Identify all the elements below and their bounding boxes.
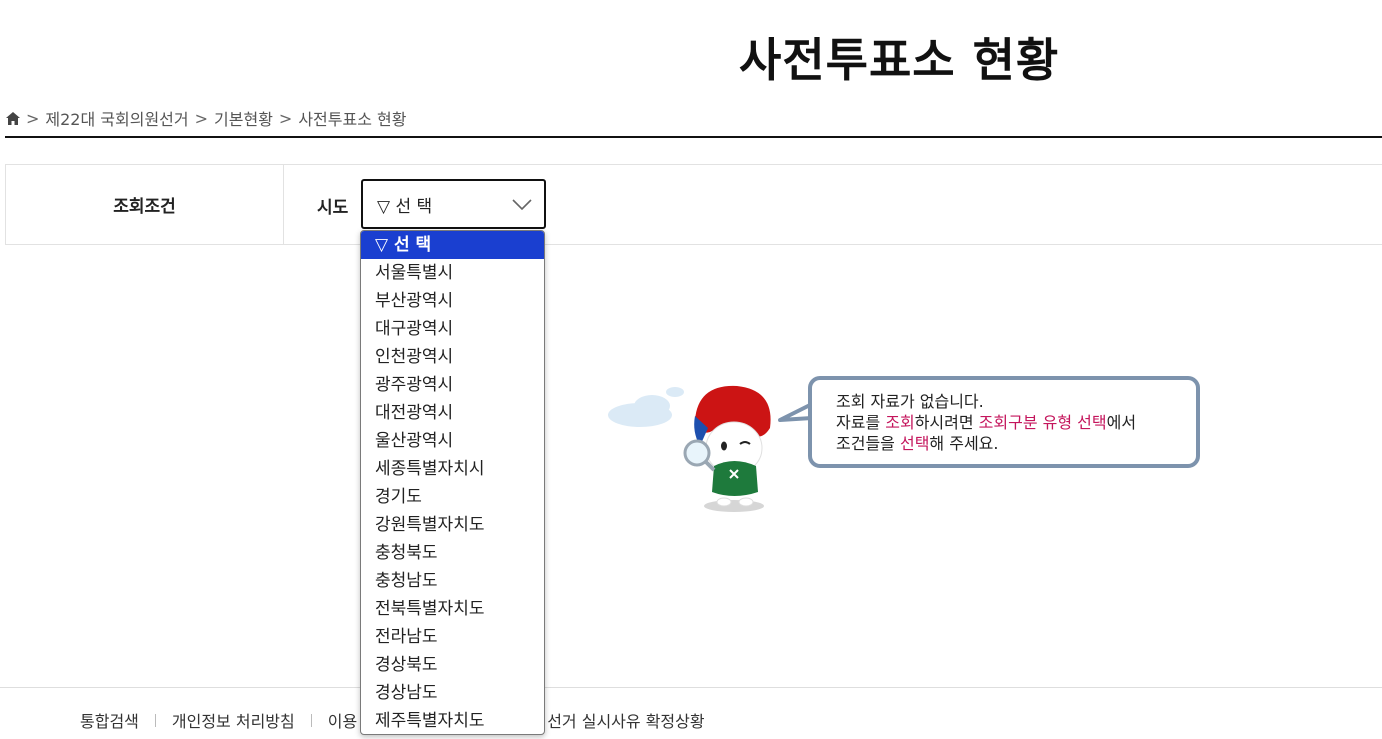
footer-link-integrated-search[interactable]: 통합검색 (80, 708, 139, 732)
sido-option[interactable]: 강원특별자치도 (361, 511, 544, 539)
empty-message-line3: 조건들을 선택해 주세요. (836, 433, 1196, 454)
sido-option[interactable]: 대구광역시 (361, 315, 544, 343)
empty-message-line1: 조회 자료가 없습니다. (836, 392, 984, 411)
sido-option[interactable]: 충청남도 (361, 567, 544, 595)
sido-option-select[interactable]: ▽ 선 택 (361, 231, 544, 259)
search-condition-panel: 조회조건 시도 ▽ 선 택 (5, 164, 1382, 245)
search-condition-label: 조회조건 (6, 165, 284, 244)
breadcrumb-separator: > (26, 108, 40, 128)
empty-message-bubble: 조회 자료가 없습니다. 자료를 조회하시려면 조회구분 유형 선택에서 조건들… (808, 376, 1200, 468)
msg-text: 하시려면 (914, 413, 979, 432)
sido-option[interactable]: 세종특별자치시 (361, 455, 544, 483)
footer-divider-bar (154, 713, 156, 727)
sido-dropdown-list[interactable]: ▽ 선 택 서울특별시 부산광역시 대구광역시 인천광역시 광주광역시 대전광역… (360, 230, 545, 735)
breadcrumb-item-election[interactable]: 제22대 국회의원선거 (45, 106, 188, 130)
sido-option[interactable]: 전라남도 (361, 623, 544, 651)
sido-option[interactable]: 제주특별자치도 (361, 707, 544, 734)
footer-divider-bar (310, 713, 312, 727)
chevron-down-icon (512, 197, 532, 211)
sido-option[interactable]: 전북특별자치도 (361, 595, 544, 623)
sido-option[interactable]: 울산광역시 (361, 427, 544, 455)
sido-option[interactable]: 인천광역시 (361, 343, 544, 371)
breadcrumb-separator: > (278, 108, 293, 128)
sido-option[interactable]: 광주광역시 (361, 371, 544, 399)
breadcrumb: > 제22대 국회의원선거 > 기본현황 > 사전투표소 현황 (6, 106, 406, 130)
msg-highlight: 조회구분 유형 선택 (978, 413, 1107, 432)
empty-state: 조회 자료가 없습니다. 자료를 조회하시려면 조회구분 유형 선택에서 조건들… (600, 370, 1210, 520)
sido-option[interactable]: 경상남도 (361, 679, 544, 707)
header-divider (5, 136, 1382, 138)
breadcrumb-separator: > (194, 108, 209, 128)
mascot-illustration (600, 370, 780, 520)
msg-text: 에서 (1106, 413, 1137, 432)
sido-option[interactable]: 부산광역시 (361, 287, 544, 315)
home-icon[interactable] (6, 111, 20, 125)
sido-option[interactable]: 충청북도 (361, 539, 544, 567)
footer-link-privacy-policy[interactable]: 개인정보 처리방침 (172, 708, 295, 732)
msg-text: 해 주세요. (929, 434, 999, 453)
sido-option[interactable]: 서울특별시 (361, 259, 544, 287)
msg-text: 조건들을 (836, 434, 900, 453)
sido-label: 시도 (317, 198, 349, 218)
sido-select[interactable]: ▽ 선 택 (361, 179, 546, 229)
sido-option[interactable]: 경상북도 (361, 651, 544, 679)
footer-link-election-status[interactable]: 선거 실시사유 확정상황 (547, 708, 704, 732)
sido-option[interactable]: 대전광역시 (361, 399, 544, 427)
sido-option[interactable]: 경기도 (361, 483, 544, 511)
breadcrumb-item-basic-status[interactable]: 기본현황 (214, 106, 273, 130)
breadcrumb-item-current: 사전투표소 현황 (298, 110, 407, 129)
msg-highlight: 조회 (885, 413, 915, 432)
sido-select-value: ▽ 선 택 (377, 196, 433, 217)
empty-message-line2: 자료를 조회하시려면 조회구분 유형 선택에서 (836, 412, 1196, 433)
footer-divider (0, 687, 1382, 688)
msg-text: 자료를 (836, 413, 886, 432)
footer-link-terms[interactable]: 이용 (328, 708, 357, 732)
msg-highlight: 선택 (899, 434, 930, 453)
page-title: 사전투표소 현황 (739, 33, 1060, 87)
